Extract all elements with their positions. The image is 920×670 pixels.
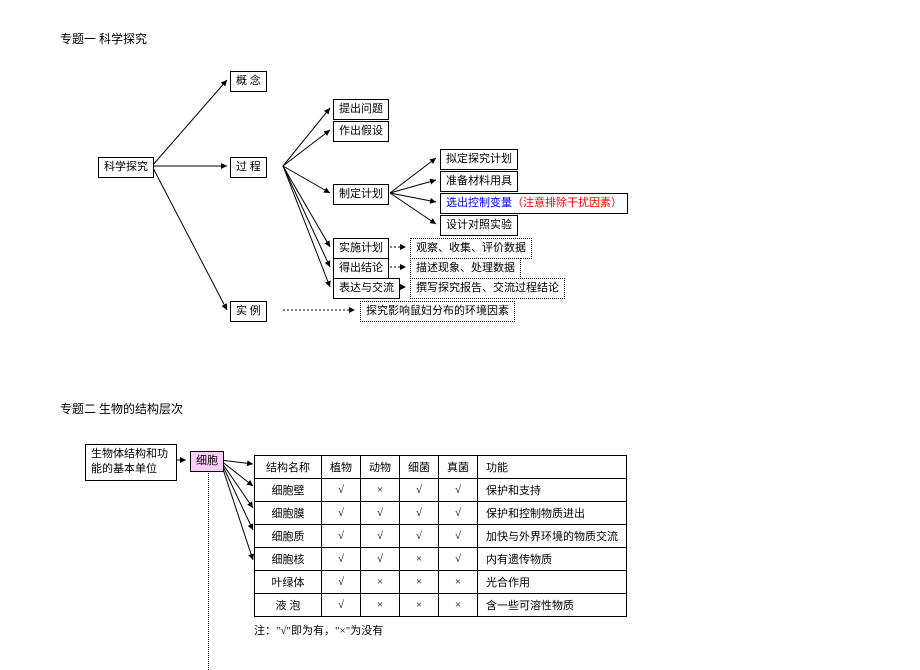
- vertical-dotted-line: [208, 470, 209, 670]
- step-execute: 实施计划: [333, 238, 389, 259]
- table-footnote: 注："√"即为有，"×"为没有: [254, 622, 383, 638]
- table-row: 细胞膜√√√√保护和控制物质进出: [255, 502, 627, 525]
- th-fungi: 真菌: [439, 456, 478, 479]
- plan-draft: 拟定探究计划: [440, 149, 518, 170]
- plan-variables: 选出控制变量（注意排除干扰因素）: [440, 193, 628, 214]
- conclude-detail: 描述现象、处理数据: [410, 258, 521, 279]
- th-name: 结构名称: [255, 456, 322, 479]
- step-hypothesis: 作出假设: [333, 121, 389, 142]
- th-function: 功能: [478, 456, 627, 479]
- cell-structure-table: 结构名称 植物 动物 细菌 真菌 功能 细胞壁√×√√保护和支持 细胞膜√√√√…: [254, 455, 627, 617]
- th-plant: 植物: [322, 456, 361, 479]
- topic-1-title: 专题一 科学探究: [60, 30, 147, 47]
- cell-box: 细胞: [190, 451, 224, 472]
- th-bacteria: 细菌: [400, 456, 439, 479]
- table-header-row: 结构名称 植物 动物 细菌 真菌 功能: [255, 456, 627, 479]
- plan-materials: 准备材料用具: [440, 171, 518, 192]
- th-animal: 动物: [361, 456, 400, 479]
- plan-variables-note: （注意排除干扰因素）: [512, 197, 622, 209]
- plan-control: 设计对照实验: [440, 215, 518, 236]
- plan-variables-main: 选出控制变量: [446, 197, 512, 209]
- step-communicate: 表达与交流: [333, 278, 400, 299]
- step-plan: 制定计划: [333, 184, 389, 205]
- table-row: 叶绿体√×××光合作用: [255, 571, 627, 594]
- branch-example: 实 例: [230, 301, 267, 322]
- branch-process: 过 程: [230, 157, 267, 178]
- branch-concept: 概 念: [230, 71, 267, 92]
- table-row: 细胞核√√×√内有遗传物质: [255, 548, 627, 571]
- structure-unit-box: 生物体结构和功能的基本单位: [85, 444, 177, 481]
- communicate-detail: 撰写探究报告、交流过程结论: [410, 278, 565, 299]
- table-row: 细胞质√√√√加快与外界环境的物质交流: [255, 525, 627, 548]
- topic-2-title: 专题二 生物的结构层次: [60, 400, 183, 417]
- table-row: 细胞壁√×√√保护和支持: [255, 479, 627, 502]
- exec-detail: 观察、收集、评价数据: [410, 238, 532, 259]
- table-row: 液 泡√×××含一些可溶性物质: [255, 594, 627, 617]
- step-question: 提出问题: [333, 99, 389, 120]
- example-detail: 探究影响鼠妇分布的环境因素: [360, 301, 515, 322]
- root-node: 科学探究: [98, 157, 154, 178]
- step-conclude: 得出结论: [333, 258, 389, 279]
